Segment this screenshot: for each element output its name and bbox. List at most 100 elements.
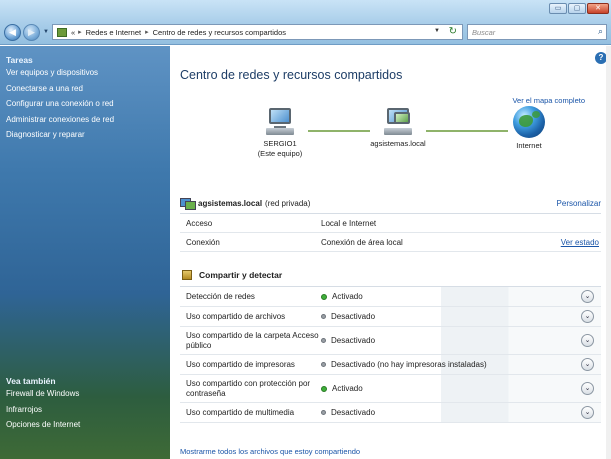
expand-button[interactable]: ⌄ [581,382,594,395]
search-input[interactable]: Buscar ⌕ [466,24,607,40]
setting-status: Desactivado [331,408,376,417]
search-placeholder: Buscar [471,27,496,37]
expand-button[interactable]: ⌄ [581,334,594,347]
network-header: agsistemas.local (red privada) Personali… [180,198,601,210]
expand-button[interactable]: ⌄ [581,406,594,419]
search-icon[interactable]: ⌕ [598,26,603,37]
setting-status: Activado [332,292,363,301]
row-key: Acceso [186,218,213,228]
sharing-icon [182,270,192,280]
setting-name: Uso compartido con protección por contra… [186,378,311,398]
status-on-icon [321,385,327,392]
page-title: Centro de redes y recursos compartidos [180,68,403,82]
globe-icon [513,106,545,138]
control-panel-icon [56,27,67,37]
network-icon [180,198,196,210]
see-also-section: Vea también Firewall de Windows Infrarro… [0,376,170,433]
navigation-bar: ◀ ▶ ▼ « ▸ Redes e Internet ▸ Centro de r… [4,22,607,42]
sharing-list: Detección de redes Activado ⌄ Uso compar… [180,286,601,423]
show-shared-files-link[interactable]: Mostrarme todos los archivos que estoy c… [180,447,360,456]
row-value: Conexión de área local [321,237,403,247]
breadcrumb-sep-icon: ▸ [145,29,149,36]
setting-name: Detección de redes [186,291,255,301]
task-view-computers[interactable]: Ver equipos y dispositivos [0,65,170,81]
see-also-internet-options[interactable]: Opciones de Internet [0,417,170,433]
list-item: Uso compartido con protección por contra… [180,375,601,403]
expand-button[interactable]: ⌄ [581,310,594,323]
connection-line [308,130,370,132]
breadcrumb-item[interactable]: Centro de redes y recursos compartidos [153,28,286,37]
setting-name: Uso compartido de impresoras [186,359,295,369]
task-diagnose-repair[interactable]: Diagnosticar y reparar [0,127,170,143]
maximize-button[interactable]: ▢ [568,3,586,14]
list-item: Uso compartido de impresoras Desactivado… [180,355,601,375]
network-icon [384,108,412,136]
table-row: Acceso Local e Internet [180,214,601,233]
list-item: Detección de redes Activado ⌄ [180,287,601,307]
row-key: Conexión [186,237,220,247]
setting-status: Desactivado [331,336,376,345]
forward-arrow-icon: ▶ [28,26,35,37]
see-also-heading: Vea también [6,376,56,386]
row-value: Local e Internet [321,218,377,228]
network-name: agsistemas.local [198,199,263,208]
expand-button[interactable]: ⌄ [581,290,594,303]
view-full-map-link[interactable]: Ver el mapa completo [512,96,585,105]
network-name: agsistemas.local [370,139,426,148]
task-connect-network[interactable]: Conectarse a una red [0,81,170,97]
network-node[interactable]: agsistemas.local [362,108,434,149]
address-bar[interactable]: « ▸ Redes e Internet ▸ Centro de redes y… [51,24,463,40]
network-map: SERGIO1 (Este equipo) agsistemas.local I… [170,106,611,176]
view-status-link[interactable]: Ver estado [551,238,601,247]
computer-node[interactable]: SERGIO1 (Este equipo) [248,108,312,159]
customize-link[interactable]: Personalizar [557,199,601,208]
see-also-firewall[interactable]: Firewall de Windows [0,386,170,402]
internet-label: Internet [516,141,542,150]
back-button[interactable]: ◀ [4,23,21,41]
network-info-table: Acceso Local e Internet Conexión Conexió… [180,213,601,252]
computer-subtitle: (Este equipo) [257,149,303,158]
window-controls: ▭ ▢ ✕ [549,3,609,14]
table-row: Conexión Conexión de área local Ver esta… [180,233,601,252]
list-item: Uso compartido de la carpeta Acceso públ… [180,327,601,355]
setting-status: Activado [332,384,363,393]
setting-name: Uso compartido de la carpeta Acceso públ… [186,330,319,350]
title-bar: ▭ ▢ ✕ ◀ ▶ ▼ « ▸ Redes e Internet ▸ Centr… [0,0,611,45]
tasks-heading: Tareas [6,55,33,65]
recent-pages-dropdown-icon[interactable]: ▼ [43,29,49,35]
task-manage-connections[interactable]: Administrar conexiones de red [0,112,170,128]
status-off-icon [321,362,326,367]
connection-line [426,130,508,132]
setting-status: Desactivado [331,312,376,321]
status-off-icon [321,314,326,319]
setting-name: Uso compartido de archivos [186,311,286,321]
vertical-scrollbar[interactable] [606,46,611,459]
task-setup-connection[interactable]: Configurar una conexión o red [0,96,170,112]
forward-button[interactable]: ▶ [23,23,40,41]
computer-icon [266,108,294,136]
sharing-header: Compartir y detectar [180,270,601,280]
task-pane: Tareas Ver equipos y dispositivos Conect… [0,46,170,459]
close-button[interactable]: ✕ [587,3,609,14]
status-off-icon [321,338,326,343]
breadcrumb-sep-icon: ▸ [78,29,82,36]
see-also-infrared[interactable]: Infrarrojos [0,402,170,418]
back-arrow-icon: ◀ [9,26,16,37]
minimize-button[interactable]: ▭ [549,3,567,14]
internet-node[interactable]: Internet [504,106,554,151]
computer-name: SERGIO1 [263,139,297,148]
list-item: Uso compartido de multimedia Desactivado… [180,403,601,423]
address-dropdown-icon[interactable]: ▼ [434,28,440,34]
network-type: (red privada) [265,199,311,208]
main-content: ? Centro de redes y recursos compartidos… [170,46,611,459]
status-off-icon [321,410,326,415]
list-item: Uso compartido de archivos Desactivado ⌄ [180,307,601,327]
breadcrumb-item[interactable]: Redes e Internet [86,28,141,37]
refresh-icon[interactable]: ↻ [449,26,457,37]
sharing-title: Compartir y detectar [199,270,283,280]
expand-button[interactable]: ⌄ [581,358,594,371]
setting-name: Uso compartido de multimedia [186,407,295,417]
setting-status: Desactivado (no hay impresoras instalada… [331,360,487,369]
breadcrumb-overflow[interactable]: « [71,28,75,37]
status-on-icon [321,293,327,300]
